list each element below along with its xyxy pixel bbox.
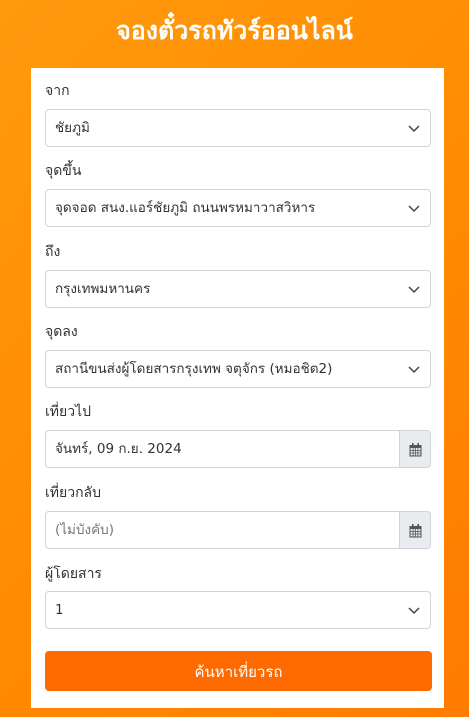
- depart-date-value: จันทร์, 09 ก.ย. 2024: [55, 441, 182, 457]
- depart-label: เที่ยวไป: [45, 404, 92, 420]
- pickup-label: จุดขึ้น: [45, 163, 82, 179]
- to-label: ถึง: [45, 244, 61, 260]
- passengers-label: ผู้โดยสาร: [45, 566, 102, 582]
- to-value: กรุงเทพมหานคร: [55, 281, 151, 297]
- dropoff-value: สถานีขนส่งผู้โดยสารกรุงเทพ จตุจักร (หมอช…: [55, 361, 333, 377]
- passengers-value: 1: [55, 602, 64, 618]
- from-select[interactable]: ชัยภูมิ: [45, 109, 431, 147]
- chevron-down-icon: [408, 286, 420, 294]
- page-title: จองตั๋วรถทัวร์ออนไลน์: [116, 16, 353, 45]
- chevron-down-icon: [408, 607, 420, 615]
- booking-form: จาก ชัยภูมิ จุดขึ้น จุดจอด สนง.แอร์ชัยภู…: [31, 68, 444, 708]
- search-button[interactable]: ค้นหาเที่ยวรถ: [45, 651, 432, 691]
- return-label: เที่ยวกลับ: [45, 485, 102, 501]
- dropoff-select[interactable]: สถานีขนส่งผู้โดยสารกรุงเทพ จตุจักร (หมอช…: [45, 350, 431, 388]
- from-value: ชัยภูมิ: [55, 120, 90, 136]
- chevron-down-icon: [408, 205, 420, 213]
- return-date-placeholder: (ไม่บังคับ): [55, 522, 114, 538]
- depart-calendar-button[interactable]: [400, 430, 431, 468]
- chevron-down-icon: [408, 125, 420, 133]
- pickup-select[interactable]: จุดจอด สนง.แอร์ชัยภูมิ ถนนพรหมาวาสวิหาร: [45, 189, 431, 227]
- pickup-value: จุดจอด สนง.แอร์ชัยภูมิ ถนนพรหมาวาสวิหาร: [55, 200, 316, 216]
- dropoff-label: จุดลง: [45, 324, 78, 340]
- depart-date-input[interactable]: จันทร์, 09 ก.ย. 2024: [45, 430, 400, 468]
- calendar-icon: [409, 443, 422, 457]
- to-select[interactable]: กรุงเทพมหานคร: [45, 270, 431, 308]
- passengers-select[interactable]: 1: [45, 591, 431, 629]
- from-label: จาก: [45, 83, 70, 99]
- return-date-input[interactable]: (ไม่บังคับ): [45, 511, 400, 549]
- return-calendar-button[interactable]: [400, 511, 431, 549]
- calendar-icon: [409, 524, 422, 538]
- chevron-down-icon: [408, 366, 420, 374]
